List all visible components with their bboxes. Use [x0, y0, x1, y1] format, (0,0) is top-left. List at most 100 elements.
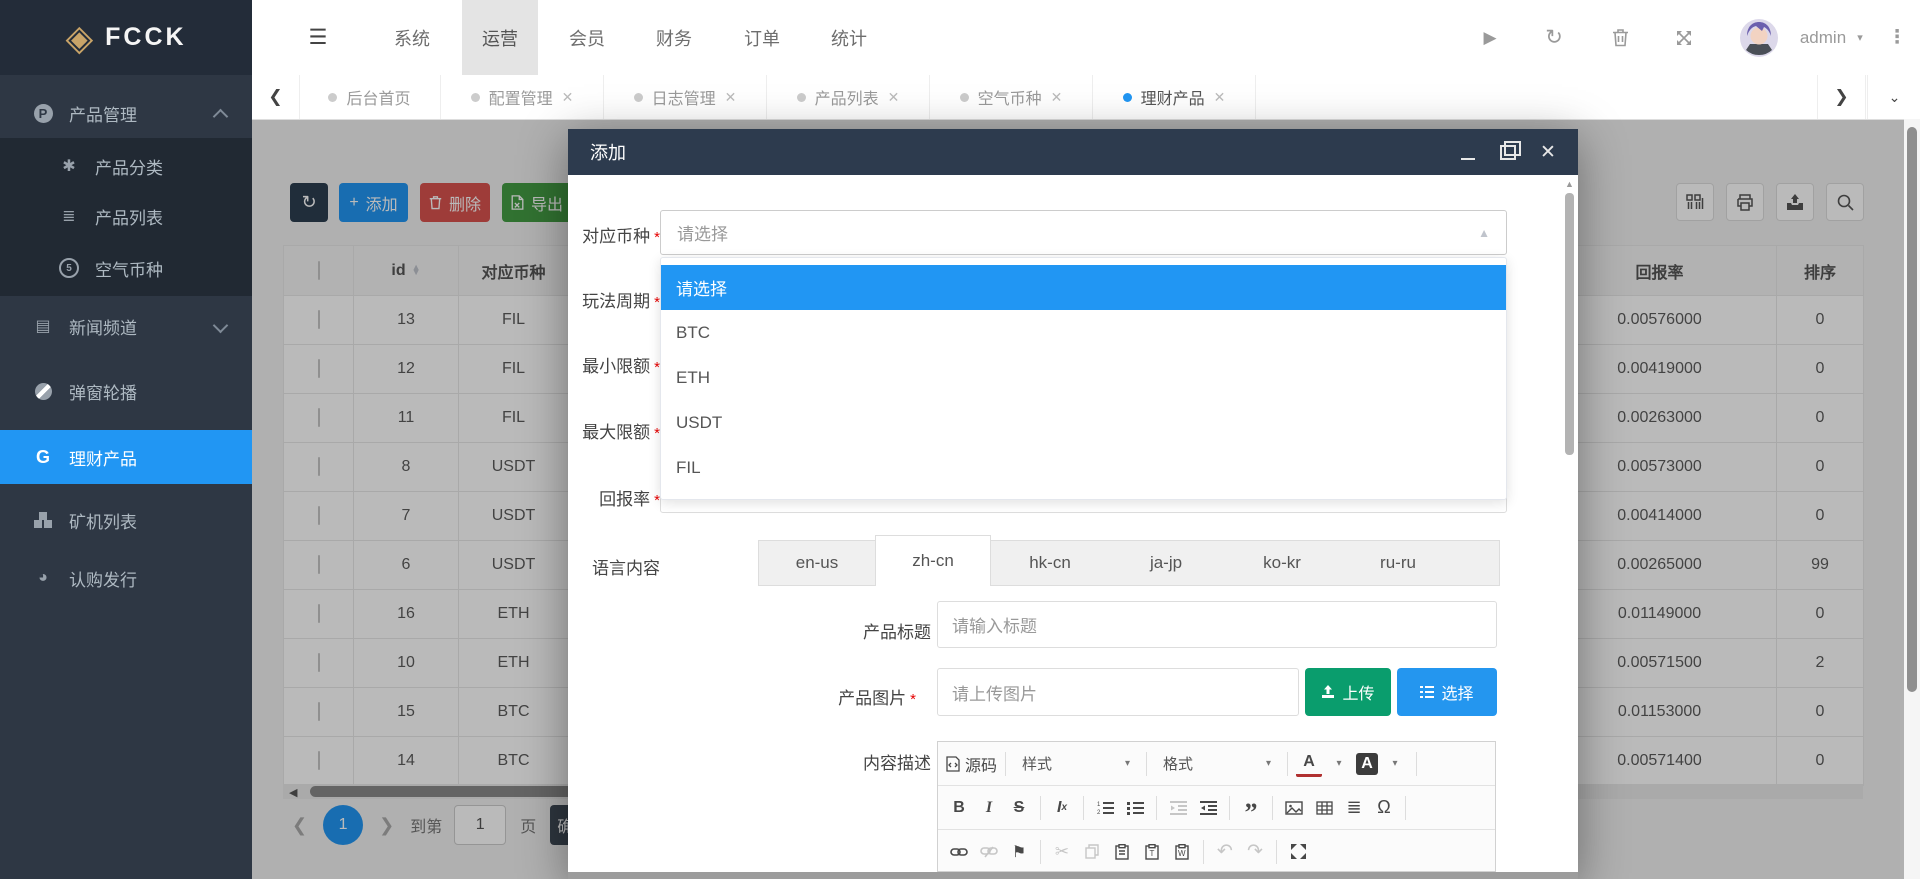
lang-tab-zh-cn[interactable]: zh-cn — [875, 535, 991, 586]
strikethrough-button[interactable]: S — [1006, 793, 1032, 823]
italic-button[interactable]: I — [976, 793, 1002, 823]
sidebar-item-product-manage[interactable]: P 产品管理 — [0, 87, 252, 139]
tab-close-icon[interactable]: ✕ — [562, 89, 574, 106]
sidebar-item-air-coin[interactable]: 5 空气币种 — [0, 242, 252, 294]
special-char-button[interactable]: Ω — [1371, 793, 1397, 823]
lang-tab-en-us[interactable]: en-us — [759, 541, 875, 585]
nav-item-order[interactable]: 订单 — [724, 0, 800, 75]
svg-text:W: W — [1178, 849, 1186, 858]
tab-product-list[interactable]: 产品列表 ✕ — [767, 75, 930, 119]
nav-item-member[interactable]: 会员 — [549, 0, 625, 75]
sidebar-item-subscribe-issue[interactable]: ◕ 认购发行 — [0, 552, 252, 604]
anchor-button[interactable]: ⚑ — [1006, 837, 1032, 867]
remove-format-button[interactable]: Ix — [1049, 793, 1075, 823]
tab-finance-product[interactable]: 理财产品 ✕ — [1093, 75, 1256, 119]
product-title-input[interactable]: 请输入标题 — [937, 601, 1497, 648]
tab-close-icon[interactable]: ✕ — [1051, 89, 1063, 106]
cut-button[interactable]: ✂ — [1049, 837, 1075, 867]
bold-button[interactable]: B — [946, 793, 972, 823]
refresh-icon[interactable]: ↻ — [1536, 0, 1572, 75]
ordered-list-button[interactable]: 12 — [1092, 793, 1118, 823]
brand-logo[interactable]: ◈ FCCK — [0, 0, 252, 75]
nav-item-operation[interactable]: 运营 — [462, 0, 538, 75]
brand-name: FCCK — [105, 23, 186, 52]
bg-color-button[interactable]: A — [1356, 753, 1378, 775]
restore-icon[interactable] — [1500, 144, 1516, 160]
upload-button[interactable]: 上传 — [1305, 668, 1391, 716]
dialog-horizontal-scrollbar[interactable] — [568, 872, 1578, 879]
fullscreen-icon[interactable] — [1666, 0, 1702, 75]
nav-item-system[interactable]: 系统 — [374, 0, 450, 75]
lang-tab-ja-jp[interactable]: ja-jp — [1108, 541, 1224, 585]
coin-select[interactable]: 请选择 ▲ — [660, 210, 1507, 255]
lang-tab-ru-ru[interactable]: ru-ru — [1340, 541, 1456, 585]
dropdown-option[interactable]: 请选择 — [661, 265, 1506, 310]
blockquote-button[interactable]: ” — [1238, 788, 1264, 828]
page-scrollbar-thumb[interactable] — [1907, 127, 1917, 692]
dropdown-option[interactable]: USDT — [661, 400, 1506, 445]
product-image-input[interactable]: 请上传图片 — [937, 668, 1299, 716]
paste-word-button[interactable]: W — [1169, 837, 1195, 867]
tabs-scroll-right-icon[interactable]: ❯ — [1817, 75, 1866, 119]
field-label-lang: 语言内容 — [568, 554, 660, 579]
dropdown-option[interactable]: BTC — [661, 310, 1506, 355]
tab-home[interactable]: 后台首页 — [299, 75, 441, 119]
paste-button[interactable] — [1109, 837, 1135, 867]
tabs-scroll-left-icon[interactable]: ❮ — [252, 75, 300, 119]
avatar[interactable] — [1738, 0, 1780, 75]
tabs-menu-icon[interactable]: ⌄ — [1867, 75, 1920, 119]
text-color-caret-icon[interactable]: ▾ — [1326, 749, 1352, 779]
unlink-button[interactable] — [976, 837, 1002, 867]
link-button[interactable] — [946, 837, 972, 867]
close-icon[interactable]: ✕ — [1540, 144, 1556, 160]
dialog-header[interactable]: 添加 ✕ — [568, 129, 1578, 175]
maximize-button[interactable] — [1285, 837, 1311, 867]
copy-button[interactable] — [1079, 837, 1105, 867]
lang-tab-ko-kr[interactable]: ko-kr — [1224, 541, 1340, 585]
tab-logs[interactable]: 日志管理 ✕ — [604, 75, 767, 119]
tab-close-icon[interactable]: ✕ — [888, 89, 900, 106]
dialog-scrollbar[interactable]: ▲ — [1564, 179, 1575, 869]
scrollbar-up-icon[interactable]: ▲ — [1564, 179, 1575, 189]
more-menu-icon[interactable]: ⋮ — [1884, 0, 1910, 75]
insert-table-button[interactable] — [1311, 793, 1337, 823]
trash-icon[interactable] — [1602, 0, 1638, 75]
source-button[interactable]: 源码 — [946, 749, 997, 779]
tab-close-icon[interactable]: ✕ — [725, 89, 737, 106]
text-color-button[interactable]: A — [1296, 750, 1322, 777]
lang-tab-hk-cn[interactable]: hk-cn — [992, 541, 1108, 585]
undo-button[interactable]: ↶ — [1212, 837, 1238, 867]
dropdown-option[interactable]: ETH — [661, 355, 1506, 400]
page-scrollbar[interactable] — [1904, 119, 1920, 879]
choose-button[interactable]: 选择 — [1397, 668, 1497, 716]
bullet-list-button[interactable] — [1122, 793, 1148, 823]
dropdown-option[interactable]: FIL — [661, 445, 1506, 490]
minimize-icon[interactable] — [1460, 144, 1476, 160]
dialog-scrollbar-thumb[interactable] — [1565, 193, 1574, 455]
sidebar-item-miner-list[interactable]: 矿机列表 — [0, 494, 252, 546]
tab-air-coin[interactable]: 空气币种 ✕ — [930, 75, 1093, 119]
user-caret-icon[interactable]: ▾ — [1848, 0, 1872, 75]
tab-config[interactable]: 配置管理 ✕ — [441, 75, 604, 119]
sidebar-item-product-category[interactable]: ✱ 产品分类 — [0, 140, 252, 192]
run-icon[interactable]: ▶ — [1472, 0, 1508, 75]
sidebar-item-product-list[interactable]: ≣ 产品列表 — [0, 190, 252, 242]
nav-item-finance[interactable]: 财务 — [636, 0, 712, 75]
redo-button[interactable]: ↷ — [1242, 837, 1268, 867]
news-icon: ▤ — [32, 316, 54, 336]
bg-color-caret-icon[interactable]: ▾ — [1382, 749, 1408, 779]
format-select[interactable]: 格式▾ — [1155, 750, 1279, 778]
sidebar-toggle-icon[interactable]: ☰ — [298, 0, 338, 75]
paste-text-button[interactable]: T — [1139, 837, 1165, 867]
indent-button[interactable] — [1195, 793, 1221, 823]
styles-select[interactable]: 样式▾ — [1014, 750, 1138, 778]
username[interactable]: admin — [1792, 0, 1854, 75]
sidebar-item-popup-carousel[interactable]: 弹窗轮播 — [0, 365, 252, 417]
sidebar-item-finance-product[interactable]: G 理财产品 — [0, 430, 252, 484]
nav-item-statistics[interactable]: 统计 — [811, 0, 887, 75]
horizontal-rule-button[interactable]: ≣ — [1341, 793, 1367, 823]
outdent-button[interactable] — [1165, 793, 1191, 823]
tab-close-icon[interactable]: ✕ — [1214, 89, 1226, 106]
sidebar-item-news-channel[interactable]: ▤ 新闻频道 — [0, 300, 252, 352]
insert-image-button[interactable] — [1281, 793, 1307, 823]
